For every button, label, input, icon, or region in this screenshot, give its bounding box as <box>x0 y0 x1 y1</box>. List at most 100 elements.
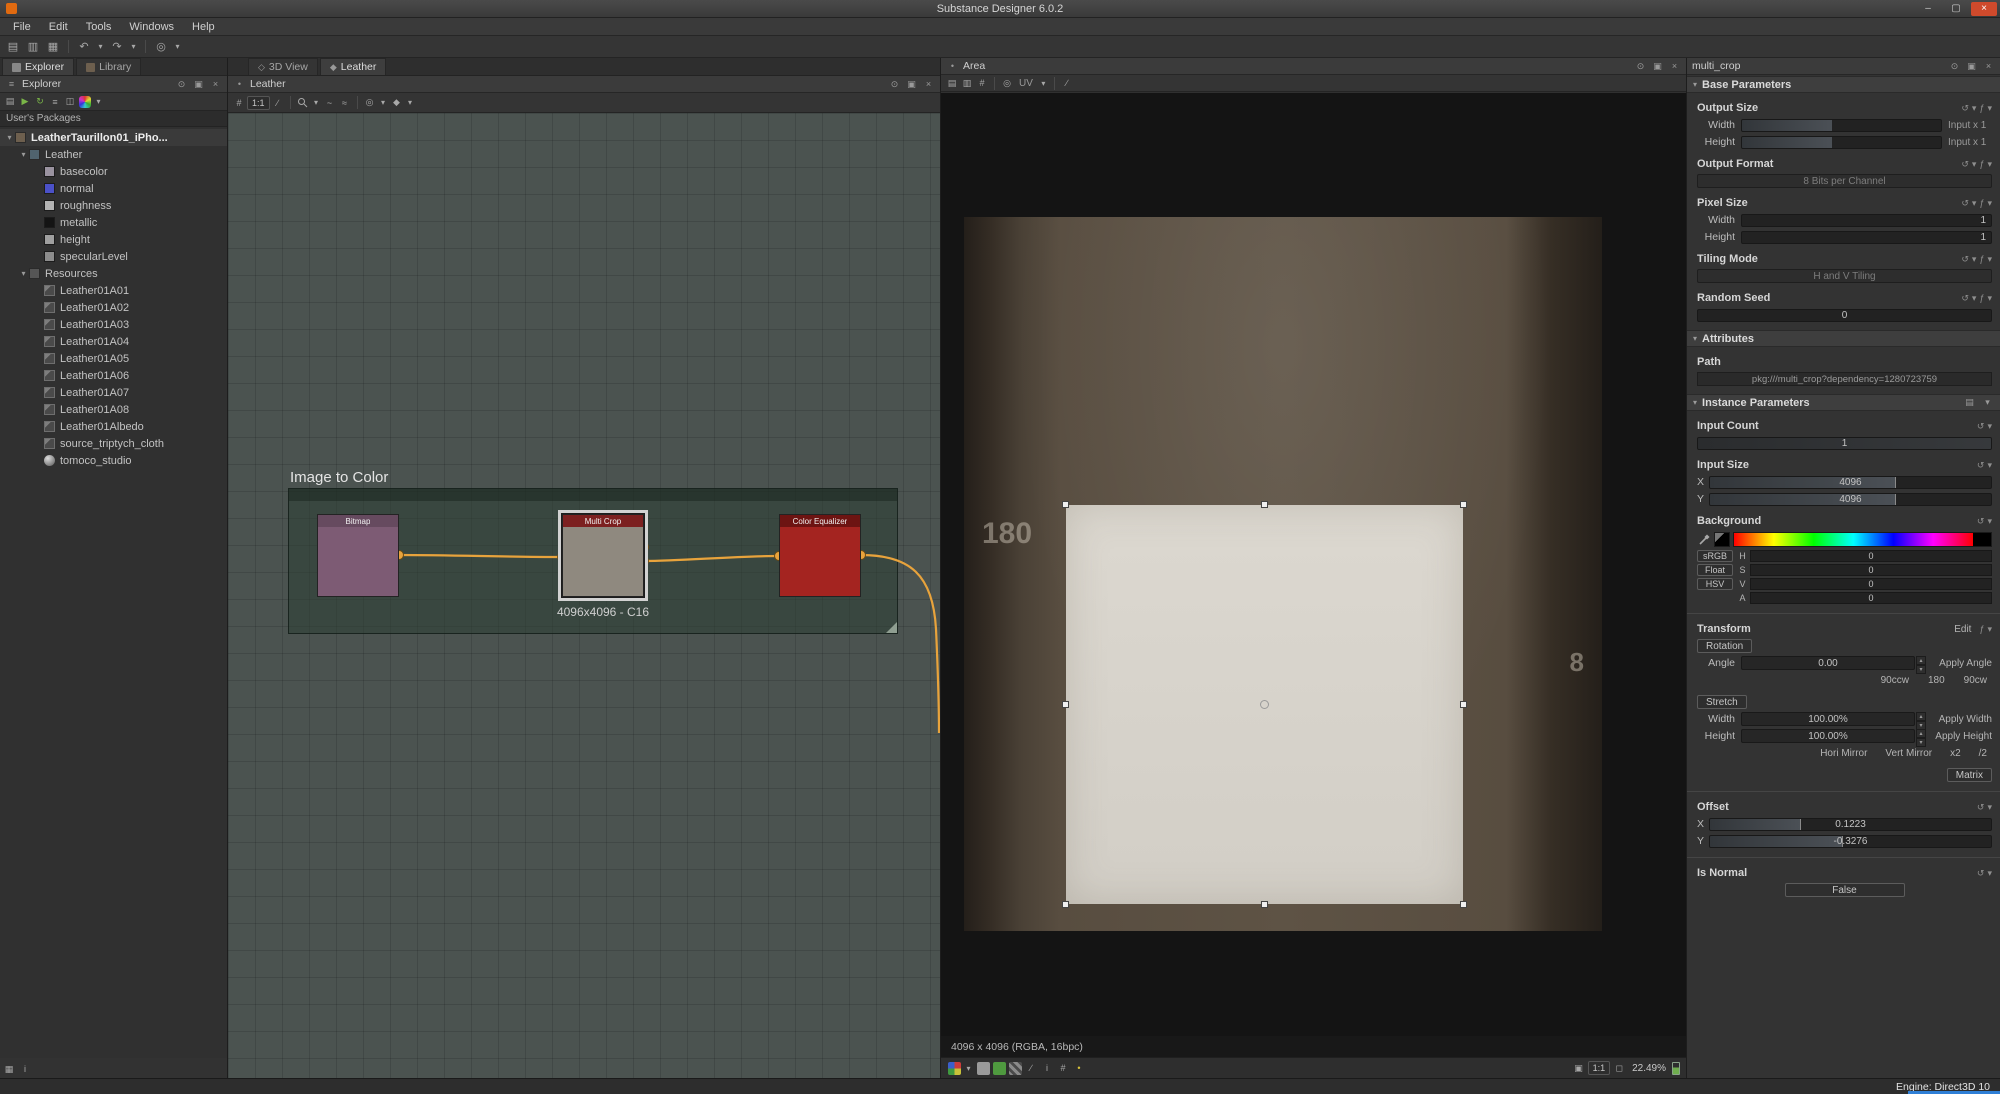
channels-icon[interactable] <box>947 1061 961 1075</box>
info-icon[interactable]: i <box>18 1062 32 1076</box>
overlay-icon[interactable]: ◎ <box>1000 76 1014 90</box>
crop-handle-ne[interactable] <box>1460 501 1467 508</box>
tree-item-output[interactable]: basecolor <box>0 163 227 180</box>
reset-icon[interactable]: ↺ <box>1977 868 1985 879</box>
tree-item-resources[interactable]: ▾ Resources <box>0 265 227 282</box>
redo-caret-icon[interactable]: ▾ <box>128 40 139 53</box>
refresh-icon[interactable]: ↻ <box>33 95 47 109</box>
info-icon[interactable]: ∕ <box>1024 1061 1038 1075</box>
link-curve-icon[interactable]: ~ <box>323 96 337 110</box>
float-icon[interactable]: ▣ <box>1965 60 1978 73</box>
section-base-parameters[interactable]: ▾ Base Parameters <box>1687 76 2000 93</box>
stretch-button[interactable]: Stretch <box>1697 695 1747 709</box>
zoom-caret-icon[interactable]: ▾ <box>311 96 322 109</box>
close-panel-icon[interactable]: × <box>209 78 222 91</box>
output-width-slider[interactable] <box>1741 119 1942 132</box>
caret-icon[interactable]: ▾ <box>1987 293 1992 304</box>
tree-item-resource[interactable]: Leather01A02 <box>0 299 227 316</box>
tree-item-output[interactable]: height <box>0 231 227 248</box>
settings-icon[interactable]: ◆ <box>390 96 404 110</box>
height-stepper[interactable]: ▴ ▾ <box>1916 729 1926 743</box>
float-icon[interactable]: ▣ <box>905 78 918 91</box>
step-up-icon[interactable]: ▴ <box>1916 712 1926 721</box>
save-image-icon[interactable]: ▥ <box>960 76 974 90</box>
caret-icon[interactable]: ▾ <box>1987 802 1992 813</box>
tree-item-package[interactable]: ▾ LeatherTaurillon01_iPho... <box>0 129 227 146</box>
caret-icon[interactable]: ▾ <box>1972 254 1977 265</box>
step-up-icon[interactable]: ▴ <box>1916 729 1926 738</box>
grid-snap-icon[interactable]: # <box>232 96 246 110</box>
output-format-select[interactable]: 8 Bits per Channel <box>1697 174 1992 188</box>
float-button[interactable]: Float <box>1697 564 1733 576</box>
tree-item-resource[interactable]: Leather01A01 <box>0 282 227 299</box>
texture-preview[interactable]: 180 8 <box>964 217 1602 931</box>
image-icon[interactable]: ▤ <box>945 76 959 90</box>
background-color-icon[interactable]: • <box>1072 1061 1086 1075</box>
pin-icon[interactable]: ⊙ <box>175 78 188 91</box>
caret-icon[interactable]: ▾ <box>1987 103 1992 114</box>
menu-edit[interactable]: Edit <box>40 18 77 36</box>
crop-handle-w[interactable] <box>1062 701 1069 708</box>
view2d-canvas[interactable]: 180 8 <box>941 93 1686 1036</box>
reset-icon[interactable]: ↺ <box>1961 159 1969 170</box>
function-icon[interactable]: ƒ <box>1979 254 1984 264</box>
edit-button[interactable]: Edit <box>1949 624 1976 635</box>
color-swatch[interactable] <box>1714 532 1730 547</box>
node-bitmap[interactable]: Bitmap <box>317 514 399 597</box>
filter-caret-icon[interactable]: ▾ <box>93 95 104 108</box>
menu-tools[interactable]: Tools <box>77 18 121 36</box>
crop-handle-nw[interactable] <box>1062 501 1069 508</box>
fit-icon[interactable]: ∕ <box>271 96 285 110</box>
function-icon[interactable]: ƒ <box>1979 624 1984 634</box>
zoom-actual-button[interactable]: 1:1 <box>1588 1061 1611 1075</box>
settings-caret-icon[interactable]: ▾ <box>405 96 416 109</box>
float-icon[interactable]: ▣ <box>192 78 205 91</box>
menu-file[interactable]: File <box>4 18 40 36</box>
undo-icon[interactable]: ↶ <box>75 38 93 55</box>
expander-icon[interactable]: ▾ <box>18 150 29 159</box>
play-icon[interactable]: ▶ <box>18 95 32 109</box>
channels-caret-icon[interactable]: ▾ <box>963 1062 974 1075</box>
tree-item-output[interactable]: specularLevel <box>0 248 227 265</box>
grid-toggle-icon[interactable]: ▦ <box>2 1062 16 1076</box>
tab-3d-view[interactable]: ◇ 3D View <box>248 58 318 75</box>
zoom-actual-button[interactable]: 1:1 <box>247 96 270 110</box>
width-stepper[interactable]: ▴ ▾ <box>1916 712 1926 726</box>
reset-icon[interactable]: ↺ <box>1961 198 1969 209</box>
reset-icon[interactable]: ↺ <box>1977 802 1985 813</box>
rotation-button[interactable]: Rotation <box>1697 639 1752 653</box>
reset-icon[interactable]: ↺ <box>1961 254 1969 265</box>
link-mode-caret-icon[interactable]: ▾ <box>172 40 183 53</box>
step-down-icon[interactable]: ▾ <box>1916 665 1926 674</box>
reset-icon[interactable]: ↺ <box>1977 516 1985 527</box>
frame-icon[interactable]: ◻ <box>1612 1061 1626 1075</box>
input-count-slider[interactable]: 1 <box>1697 437 1992 450</box>
caret-icon[interactable]: ▾ <box>1987 624 1992 635</box>
offset-x-slider[interactable]: 0.1223 <box>1709 818 1992 831</box>
pin-icon[interactable]: ⊙ <box>888 78 901 91</box>
tree-item-resource[interactable]: tomoco_studio <box>0 452 227 469</box>
srgb-button[interactable]: sRGB <box>1697 550 1733 562</box>
tab-library[interactable]: Library <box>76 58 141 75</box>
columns-view-icon[interactable]: ◫ <box>63 95 77 109</box>
caret-icon[interactable]: ▾ <box>1972 198 1977 209</box>
function-icon[interactable]: ƒ <box>1979 159 1984 169</box>
output-height-slider[interactable] <box>1741 136 1942 149</box>
undo-caret-icon[interactable]: ▾ <box>95 40 106 53</box>
uv-caret-icon[interactable]: ▾ <box>1038 77 1049 90</box>
compass-icon[interactable]: ◎ <box>363 96 377 110</box>
reset-icon[interactable]: ↺ <box>1961 103 1969 114</box>
presets-caret-icon[interactable]: ▾ <box>1981 396 1994 409</box>
caret-icon[interactable]: ▾ <box>1972 103 1977 114</box>
save-icon[interactable]: ▦ <box>44 38 62 55</box>
tree-item-resource[interactable]: Leather01Albedo <box>0 418 227 435</box>
link-straight-icon[interactable]: ≈ <box>338 96 352 110</box>
angle-stepper[interactable]: ▴ ▾ <box>1916 656 1926 670</box>
close-panel-icon[interactable]: × <box>922 78 935 91</box>
tree-item-resource[interactable]: Leather01A07 <box>0 384 227 401</box>
tree-item-resource[interactable]: Leather01A08 <box>0 401 227 418</box>
pin-icon[interactable]: ⊙ <box>1634 60 1647 73</box>
step-up-icon[interactable]: ▴ <box>1916 656 1926 665</box>
channel-a-slider[interactable]: 0 <box>1750 592 1992 604</box>
minimize-button[interactable]: – <box>1915 2 1941 16</box>
